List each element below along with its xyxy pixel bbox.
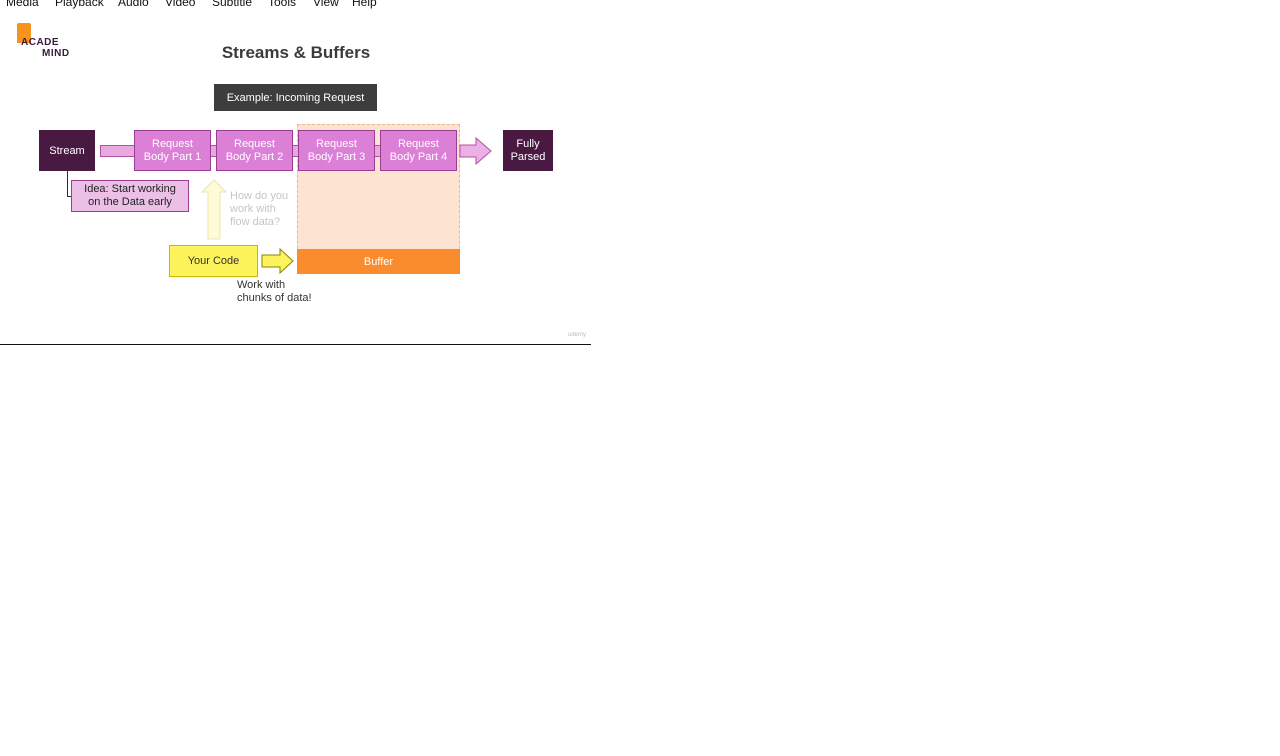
request-part-1: Request Body Part 1	[134, 130, 211, 171]
menu-video[interactable]: Video	[165, 0, 195, 9]
request-part-4: Request Body Part 4	[380, 130, 457, 171]
request-part-2: Request Body Part 2	[216, 130, 293, 171]
stream-connector-0	[100, 145, 136, 157]
example-label: Example: Incoming Request	[214, 84, 377, 111]
menu-view[interactable]: View	[313, 0, 339, 9]
logo-text-top: ACADE	[21, 37, 60, 48]
udemy-watermark: udemy	[568, 332, 587, 338]
menu-subtitle[interactable]: Subtitle	[212, 0, 252, 9]
idea-callout: Idea: Start working on the Data early	[71, 180, 189, 212]
menu-audio[interactable]: Audio	[118, 0, 149, 9]
up-arrow-icon	[200, 179, 228, 240]
video-frame[interactable]: ACADE MIND Streams & Buffers Example: In…	[0, 9, 591, 345]
idea-connector-vertical	[67, 171, 68, 197]
request-part-3: Request Body Part 3	[298, 130, 375, 171]
chunks-caption: Work with chunks of data!	[237, 279, 312, 304]
code-to-buffer-arrow	[261, 247, 294, 275]
menu-playback[interactable]: Playback	[55, 0, 104, 9]
academind-logo: ACADE MIND	[14, 21, 76, 61]
your-code-box: Your Code	[169, 245, 258, 277]
stream-box: Stream	[39, 130, 95, 171]
buffer-bar: Buffer	[297, 249, 460, 274]
question-text: How do you work with flow data?	[230, 190, 289, 228]
to-parsed-arrow	[459, 136, 492, 166]
menu-media[interactable]: Media	[6, 0, 39, 9]
menu-help[interactable]: Help	[352, 0, 377, 9]
menu-tools[interactable]: Tools	[268, 0, 296, 9]
logo-text-bottom: MIND	[42, 48, 70, 59]
fully-parsed-box: Fully Parsed	[503, 130, 553, 171]
slide-title: Streams & Buffers	[221, 43, 371, 62]
